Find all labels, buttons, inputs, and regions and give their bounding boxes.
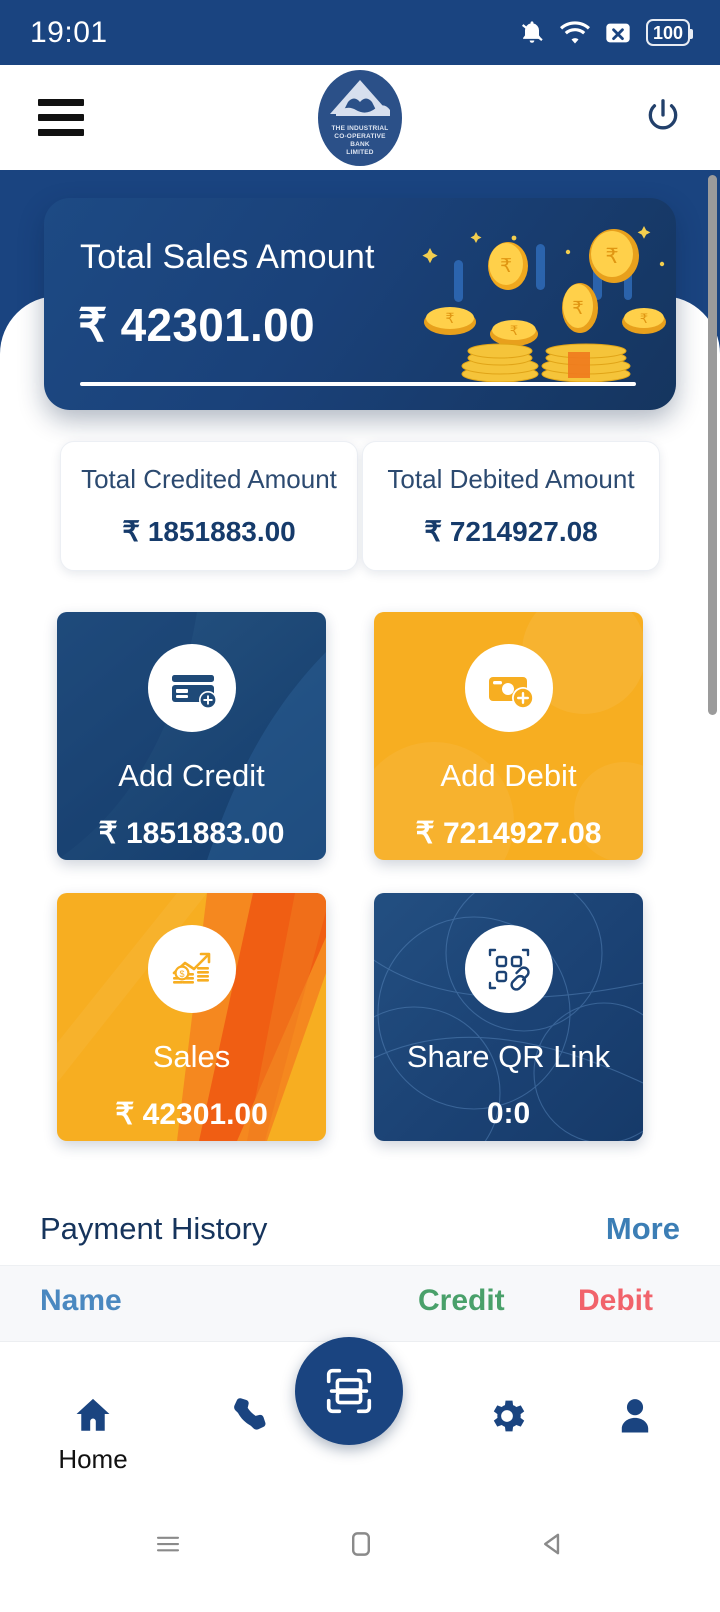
- payment-history-table-header: Name Credit Debit: [0, 1265, 720, 1341]
- app-screen: 19:01 100 THE INDUSTRIAL CO-OPERATIVE BA…: [0, 0, 720, 1612]
- bell-muted-icon: [518, 19, 546, 47]
- home-square-icon[interactable]: [344, 1527, 378, 1566]
- total-credited-label: Total Credited Amount: [81, 464, 337, 494]
- share-qr-link-tile[interactable]: Share QR Link 0:0: [374, 893, 643, 1141]
- add-debit-label: Add Debit: [440, 758, 577, 793]
- bank-logo: THE INDUSTRIAL CO-OPERATIVE BANK LIMITED: [318, 69, 402, 166]
- battery-icon: 100: [645, 19, 694, 46]
- wifi-icon: [559, 20, 590, 46]
- svg-text:₹: ₹: [572, 298, 583, 318]
- home-icon: [76, 1398, 110, 1431]
- svg-text:$: $: [179, 969, 184, 979]
- logo-line-4: LIMITED: [346, 148, 374, 156]
- vertical-scrollbar[interactable]: [708, 175, 717, 715]
- summary-cards: Total Credited Amount ₹ 1851883.00 Total…: [60, 441, 660, 571]
- phone-icon: [234, 1398, 266, 1430]
- svg-text:₹: ₹: [510, 323, 518, 338]
- hamburger-menu-icon[interactable]: [32, 93, 90, 142]
- profile-person-icon: [621, 1399, 649, 1433]
- logo-line-3: BANK: [350, 140, 370, 148]
- column-header-debit: Debit: [578, 1284, 653, 1317]
- add-credit-label: Add Credit: [118, 758, 265, 793]
- sales-card-divider: [80, 382, 636, 386]
- share-qr-link-label: Share QR Link: [406, 1039, 611, 1074]
- nav-item-settings[interactable]: [442, 1394, 572, 1446]
- nav-item-profile[interactable]: [570, 1394, 700, 1446]
- growth-chart-coins-icon: $: [147, 925, 236, 1013]
- total-debited-value: ₹ 7214927.08: [424, 516, 598, 547]
- svg-text:₹: ₹: [605, 245, 618, 268]
- payment-history-header: Payment History More: [0, 1193, 720, 1265]
- back-triangle-icon[interactable]: [536, 1527, 570, 1566]
- sales-card-title: Total Sales Amount: [80, 238, 375, 276]
- cash-plus-icon: [464, 644, 553, 732]
- scan-fab-button[interactable]: [295, 1337, 403, 1445]
- sales-tile-value: ₹ 42301.00: [115, 1098, 268, 1131]
- status-bar: 19:01 100: [0, 0, 720, 65]
- total-credited-value: ₹ 1851883.00: [122, 516, 296, 547]
- payment-history-title: Payment History: [40, 1211, 268, 1246]
- recents-icon[interactable]: [150, 1529, 186, 1564]
- power-icon[interactable]: [638, 90, 688, 145]
- share-qr-link-value: 0:0: [486, 1097, 531, 1130]
- add-credit-tile[interactable]: Add Credit ₹ 1851883.00: [57, 612, 326, 860]
- column-header-name: Name: [40, 1284, 122, 1317]
- falling-coins-illustration: ₹ ₹ ₹ ₹ ₹ ₹: [422, 226, 666, 383]
- scan-frame-icon: [326, 1368, 372, 1414]
- column-header-credit: Credit: [418, 1284, 505, 1317]
- action-tiles: Add Credit ₹ 1851883.00 Add Debit ₹ 7214…: [57, 612, 643, 1174]
- total-debited-label: Total Debited Amount: [387, 464, 635, 494]
- settings-gear-icon: [493, 1400, 525, 1432]
- logo-line-2: CO-OPERATIVE: [334, 132, 386, 140]
- qr-link-icon: [464, 925, 553, 1013]
- payment-history-more-link[interactable]: More: [606, 1211, 680, 1247]
- sales-tile-label: Sales: [152, 1039, 231, 1074]
- total-sales-card[interactable]: ₹ ₹ ₹ ₹ ₹ ₹ Total Sales Amount ₹ 42301.0…: [44, 198, 676, 410]
- credit-card-plus-icon: [147, 644, 236, 732]
- battery-level: 100: [652, 22, 683, 43]
- svg-text:₹: ₹: [446, 310, 455, 326]
- total-credited-card[interactable]: Total Credited Amount ₹ 1851883.00: [60, 441, 358, 571]
- sales-tile[interactable]: $ Sales ₹ 42301.00: [57, 893, 326, 1141]
- android-system-nav: [0, 1480, 720, 1612]
- status-time: 19:01: [30, 15, 108, 49]
- sim-no-signal-icon: [604, 19, 632, 47]
- nav-label-home: Home: [58, 1444, 128, 1474]
- status-icons: 100: [518, 19, 694, 47]
- app-bar: THE INDUSTRIAL CO-OPERATIVE BANK LIMITED: [0, 65, 720, 170]
- nav-item-home[interactable]: Home: [28, 1394, 158, 1475]
- sales-card-amount: ₹ 42301.00: [78, 299, 315, 351]
- svg-text:₹: ₹: [500, 256, 512, 277]
- add-credit-value: ₹ 1851883.00: [98, 817, 285, 850]
- add-debit-tile[interactable]: Add Debit ₹ 7214927.08: [374, 612, 643, 860]
- svg-text:₹: ₹: [640, 311, 648, 326]
- total-debited-card[interactable]: Total Debited Amount ₹ 7214927.08: [362, 441, 660, 571]
- add-debit-value: ₹ 7214927.08: [415, 817, 602, 850]
